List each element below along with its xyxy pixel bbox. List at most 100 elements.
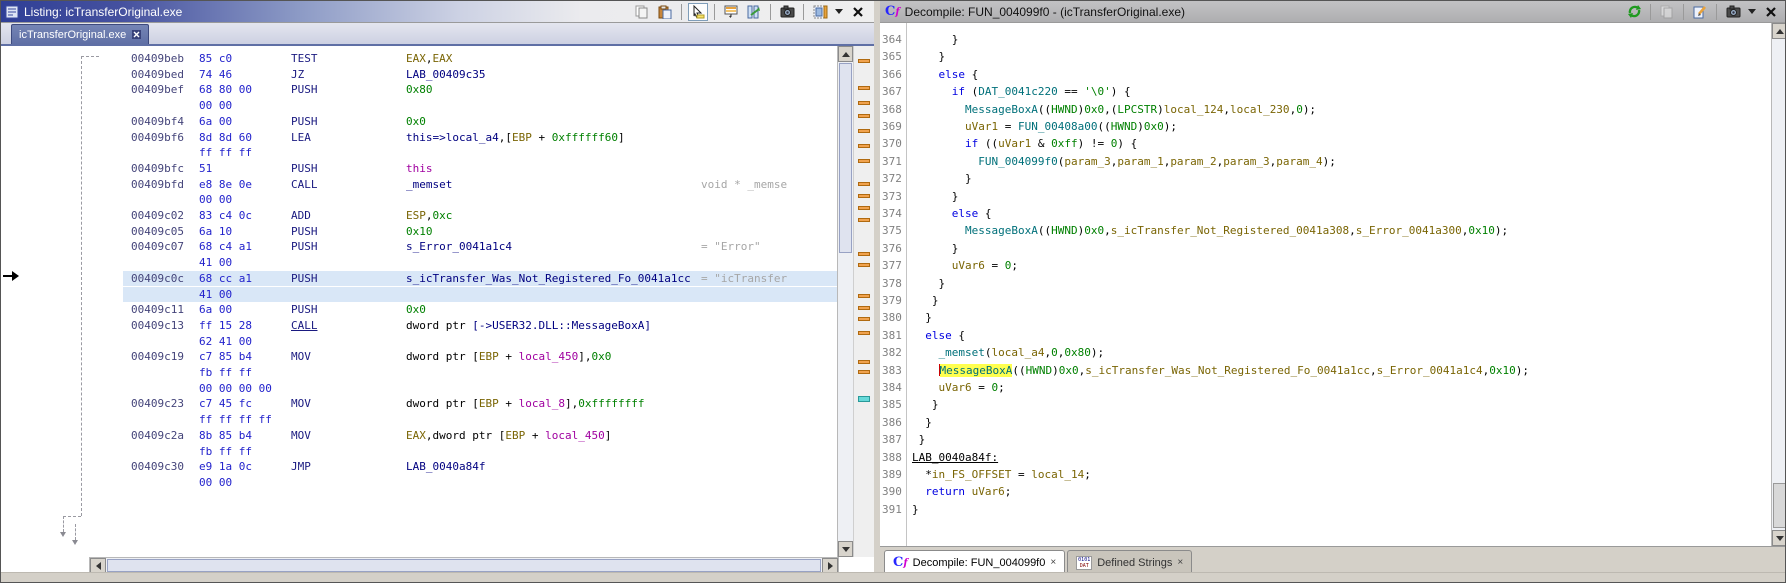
marker-tick[interactable] (858, 114, 870, 118)
marker-tick[interactable] (858, 101, 870, 105)
scroll-down-button[interactable] (1772, 530, 1786, 546)
scroll-up-button[interactable] (838, 46, 853, 62)
tab-close-icon[interactable] (132, 30, 141, 39)
tab-defined-strings[interactable]: 0101DATDefined Strings× (1067, 550, 1192, 574)
code-line[interactable]: 365 } (880, 48, 1770, 65)
dropdown-arrow-icon[interactable] (835, 9, 843, 14)
code-line[interactable]: 387 } (880, 431, 1770, 448)
code-line[interactable]: 377 uVar6 = 0; (880, 257, 1770, 274)
listing-row[interactable]: 00409bfde8 8e 0eCALL_memsetvoid * _memse (1, 177, 837, 193)
code-line[interactable]: 370 if ((uVar1 & 0xff) != 0) { (880, 135, 1770, 152)
scroll-left-button[interactable] (90, 558, 106, 573)
listing-row[interactable]: 00 00 00 00 (1, 381, 837, 397)
panel-options-button[interactable] (810, 3, 830, 21)
marker-tick[interactable] (858, 317, 870, 321)
listing-vertical-scrollbar[interactable] (837, 46, 853, 557)
listing-row[interactable]: ff ff ff ff (1, 412, 837, 428)
code-line[interactable]: 369 uVar1 = FUN_00408a00((HWND)0x0); (880, 118, 1770, 135)
listing-row[interactable]: fb ff ff (1, 365, 837, 381)
marker-tick[interactable] (858, 306, 870, 310)
code-line[interactable]: 388LAB_0040a84f: (880, 449, 1770, 466)
tab-ictransferoriginal[interactable]: icTransferOriginal.exe (11, 24, 149, 44)
listing-row[interactable]: 00409beb85 c0TESTEAX,EAX (1, 51, 837, 67)
scrollbar-thumb[interactable] (107, 559, 821, 572)
close-decompile-button[interactable] (1761, 3, 1781, 21)
tab-close-icon[interactable]: × (1177, 557, 1183, 568)
marker-tick[interactable] (858, 294, 870, 298)
code-line[interactable]: 379 } (880, 292, 1770, 309)
code-line[interactable]: 366 else { (880, 66, 1770, 83)
listing-view[interactable]: 00409beb85 c0TESTEAX,EAX00409bed74 46JZL… (1, 46, 874, 557)
code-line[interactable]: 390 return uVar6; (880, 483, 1770, 500)
code-line[interactable]: 381 else { (880, 327, 1770, 344)
snapshot-button[interactable] (1723, 3, 1743, 21)
marker-tick[interactable] (858, 370, 870, 374)
listing-row[interactable]: 00409c0c68 cc a1PUSHs_icTransfer_Was_Not… (1, 271, 837, 287)
decompile-vertical-scrollbar[interactable] (1771, 23, 1786, 546)
tab-decompile-fun-004099f0[interactable]: CfDecompile: FUN_004099f0× (884, 550, 1065, 574)
marker-tick[interactable] (858, 159, 870, 163)
listing-row[interactable]: 00409c116a 00PUSH0x0 (1, 302, 837, 318)
code-line[interactable]: 374 else { (880, 205, 1770, 222)
copy-button[interactable] (632, 3, 652, 21)
code-line[interactable]: 367 if (DAT_0041c220 == '\0') { (880, 83, 1770, 100)
marker-margin[interactable] (853, 46, 874, 557)
scrollbar-thumb[interactable] (839, 63, 852, 253)
scroll-down-button[interactable] (838, 541, 853, 557)
marker-tick[interactable] (858, 182, 870, 186)
marker-tick[interactable] (858, 331, 870, 335)
listing-row[interactable]: 00409bef68 80 00PUSH0x80 (1, 82, 837, 98)
code-line[interactable]: 368 MessageBoxA((HWND)0x0,(LPCSTR)local_… (880, 101, 1770, 118)
marker-tick[interactable] (858, 129, 870, 133)
close-listing-button[interactable] (848, 3, 868, 21)
listing-row[interactable]: 62 41 00 (1, 334, 837, 350)
code-line[interactable]: 371 FUN_004099f0(param_3,param_1,param_2… (880, 153, 1770, 170)
code-line[interactable]: 372 } (880, 170, 1770, 187)
code-line[interactable]: 382 _memset(local_a4,0,0x80); (880, 344, 1770, 361)
code-line[interactable]: 378 } (880, 275, 1770, 292)
listing-row[interactable]: 00 00 (1, 98, 837, 114)
code-line[interactable]: 380 } (880, 309, 1770, 326)
marker-tick[interactable] (858, 263, 870, 267)
code-line[interactable]: 383 MessageBoxA((HWND)0x0,s_icTransfer_W… (880, 362, 1770, 379)
marker-tick[interactable] (858, 360, 870, 364)
decompile-view[interactable]: 364 }365 }366 else {367 if (DAT_0041c220… (880, 23, 1786, 546)
listing-row[interactable]: 41 00 (1, 287, 837, 303)
listing-row[interactable]: 00409c0768 c4 a1PUSHs_Error_0041a1c4= "E… (1, 239, 837, 255)
code-line[interactable]: 376 } (880, 240, 1770, 257)
code-line[interactable]: 386 } (880, 414, 1770, 431)
marker-tick[interactable] (858, 206, 870, 210)
dropdown-arrow-icon[interactable] (1748, 9, 1756, 14)
marker-tick[interactable] (858, 218, 870, 222)
copy-button[interactable] (1657, 3, 1677, 21)
code-line[interactable]: 391} (880, 501, 1770, 518)
code-line[interactable]: 364 } (880, 31, 1770, 48)
paste-button[interactable] (655, 3, 675, 21)
refresh-button[interactable] (1624, 3, 1644, 21)
marker-tick[interactable] (858, 86, 870, 90)
listing-row[interactable]: 00409c30e9 1a 0cJMPLAB_0040a84f (1, 459, 837, 475)
listing-row[interactable]: 00 00 (1, 192, 837, 208)
marker-tick-cyan[interactable] (858, 396, 870, 402)
marker-tick[interactable] (858, 194, 870, 198)
listing-row[interactable]: 00409c2a8b 85 b4MOVEAX,dword ptr [EBP + … (1, 428, 837, 444)
marker-tick[interactable] (858, 59, 870, 63)
listing-row[interactable]: 41 00 (1, 255, 837, 271)
listing-row[interactable]: 00409c23c7 45 fcMOVdword ptr [EBP + loca… (1, 396, 837, 412)
table-view-button[interactable] (721, 3, 741, 21)
scroll-up-button[interactable] (1772, 23, 1786, 39)
scroll-right-button[interactable] (822, 558, 838, 573)
listing-row[interactable]: 00409bf68d 8d 60LEAthis=>local_a4,[EBP +… (1, 130, 837, 146)
listing-row[interactable]: 00409c13ff 15 28CALLdword ptr [->USER32.… (1, 318, 837, 334)
code-line[interactable]: 385 } (880, 396, 1770, 413)
edit-columns-button[interactable] (744, 3, 764, 21)
listing-row[interactable]: fb ff ff (1, 444, 837, 460)
cursor-tool-button[interactable] (688, 3, 708, 21)
code-line[interactable]: 389 *in_FS_OFFSET = local_14; (880, 466, 1770, 483)
tab-close-icon[interactable]: × (1050, 557, 1056, 568)
marker-tick[interactable] (858, 144, 870, 148)
marker-tick[interactable] (858, 252, 870, 256)
code-line[interactable]: 384 uVar6 = 0; (880, 379, 1770, 396)
listing-row[interactable]: 00409bed74 46JZLAB_00409c35 (1, 67, 837, 83)
listing-row[interactable]: ff ff ff (1, 145, 837, 161)
